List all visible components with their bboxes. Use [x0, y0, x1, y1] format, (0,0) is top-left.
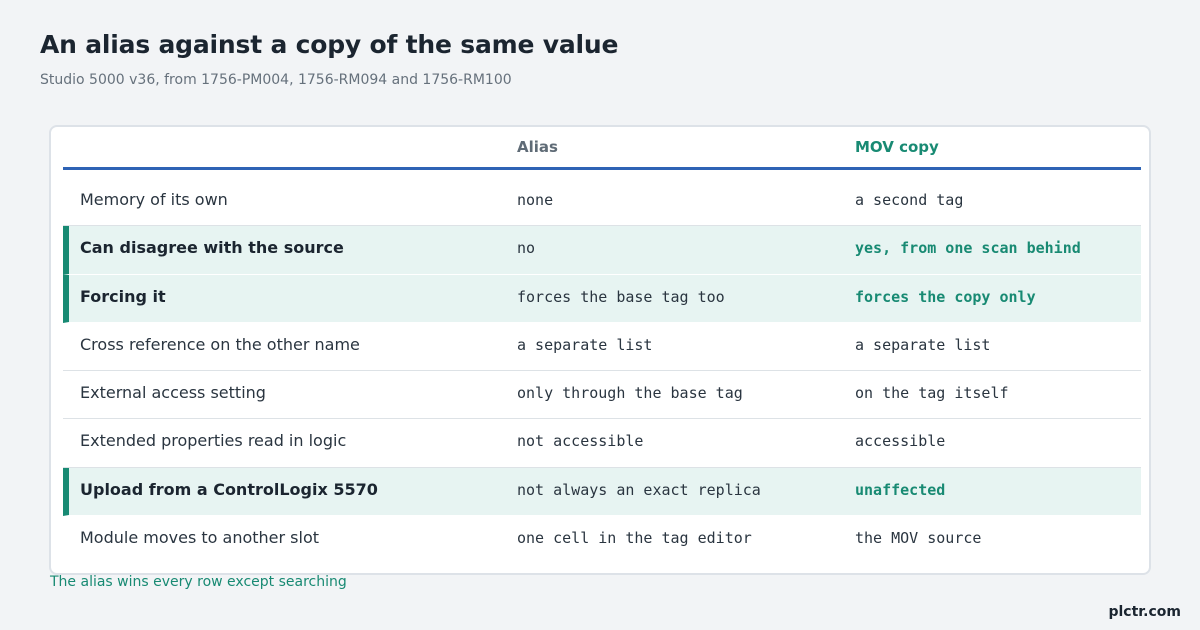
- alias-cell: not always an exact replica: [517, 480, 761, 499]
- table-body: Memory of its own none a second tag Can …: [63, 178, 1141, 564]
- mov-copy-cell: unaffected: [855, 480, 946, 499]
- alias-cell: a separate list: [517, 335, 653, 354]
- row-label: Cross reference on the other name: [80, 334, 360, 354]
- page-title: An alias against a copy of the same valu…: [40, 30, 619, 59]
- mov-copy-cell: a second tag: [855, 191, 964, 209]
- row-label: External access setting: [80, 383, 266, 403]
- table-row: Cross reference on the other name a sepa…: [63, 323, 1141, 372]
- alias-cell: forces the base tag too: [517, 287, 725, 306]
- alias-cell: no: [517, 239, 536, 258]
- row-label: Module moves to another slot: [80, 528, 320, 548]
- table-row: Module moves to another slot one cell in…: [63, 516, 1141, 564]
- row-label: Forcing it: [80, 286, 166, 306]
- footnote: The alias wins every row except searchin…: [50, 574, 347, 590]
- column-header-mov-copy: MOV copy: [855, 138, 939, 156]
- table-row: Memory of its own none a second tag: [63, 178, 1141, 227]
- mov-copy-cell: the MOV source: [855, 529, 982, 548]
- row-label: Memory of its own: [80, 190, 228, 209]
- table-row: Forcing it forces the base tag too force…: [63, 274, 1141, 323]
- mov-copy-cell: a separate list: [855, 335, 991, 354]
- alias-cell: none: [517, 191, 554, 209]
- alias-cell: one cell in the tag editor: [517, 529, 752, 548]
- table-row: Upload from a ControlLogix 5570 not alwa…: [63, 467, 1141, 517]
- page-subtitle: Studio 5000 v36, from 1756-PM004, 1756-R…: [40, 72, 512, 88]
- table-row: Extended properties read in logic not ac…: [63, 419, 1141, 468]
- column-header-alias: Alias: [517, 138, 558, 156]
- brand-logo-text: plctr.com: [1108, 604, 1181, 620]
- table-row: External access setting only through the…: [63, 371, 1141, 420]
- mov-copy-cell: forces the copy only: [855, 287, 1036, 306]
- row-label: Can disagree with the source: [80, 238, 344, 258]
- comparison-table: Alias MOV copy Memory of its own none a …: [49, 125, 1151, 575]
- table-header: Alias MOV copy: [63, 127, 1141, 170]
- row-label: Upload from a ControlLogix 5570: [80, 479, 378, 499]
- row-label: Extended properties read in logic: [80, 431, 347, 451]
- mov-copy-cell: accessible: [855, 432, 946, 451]
- alias-cell: only through the base tag: [517, 384, 743, 403]
- mov-copy-cell: on the tag itself: [855, 384, 1009, 403]
- table-row: Can disagree with the source no yes, fro…: [63, 226, 1141, 275]
- mov-copy-cell: yes, from one scan behind: [855, 239, 1081, 258]
- alias-cell: not accessible: [517, 432, 644, 451]
